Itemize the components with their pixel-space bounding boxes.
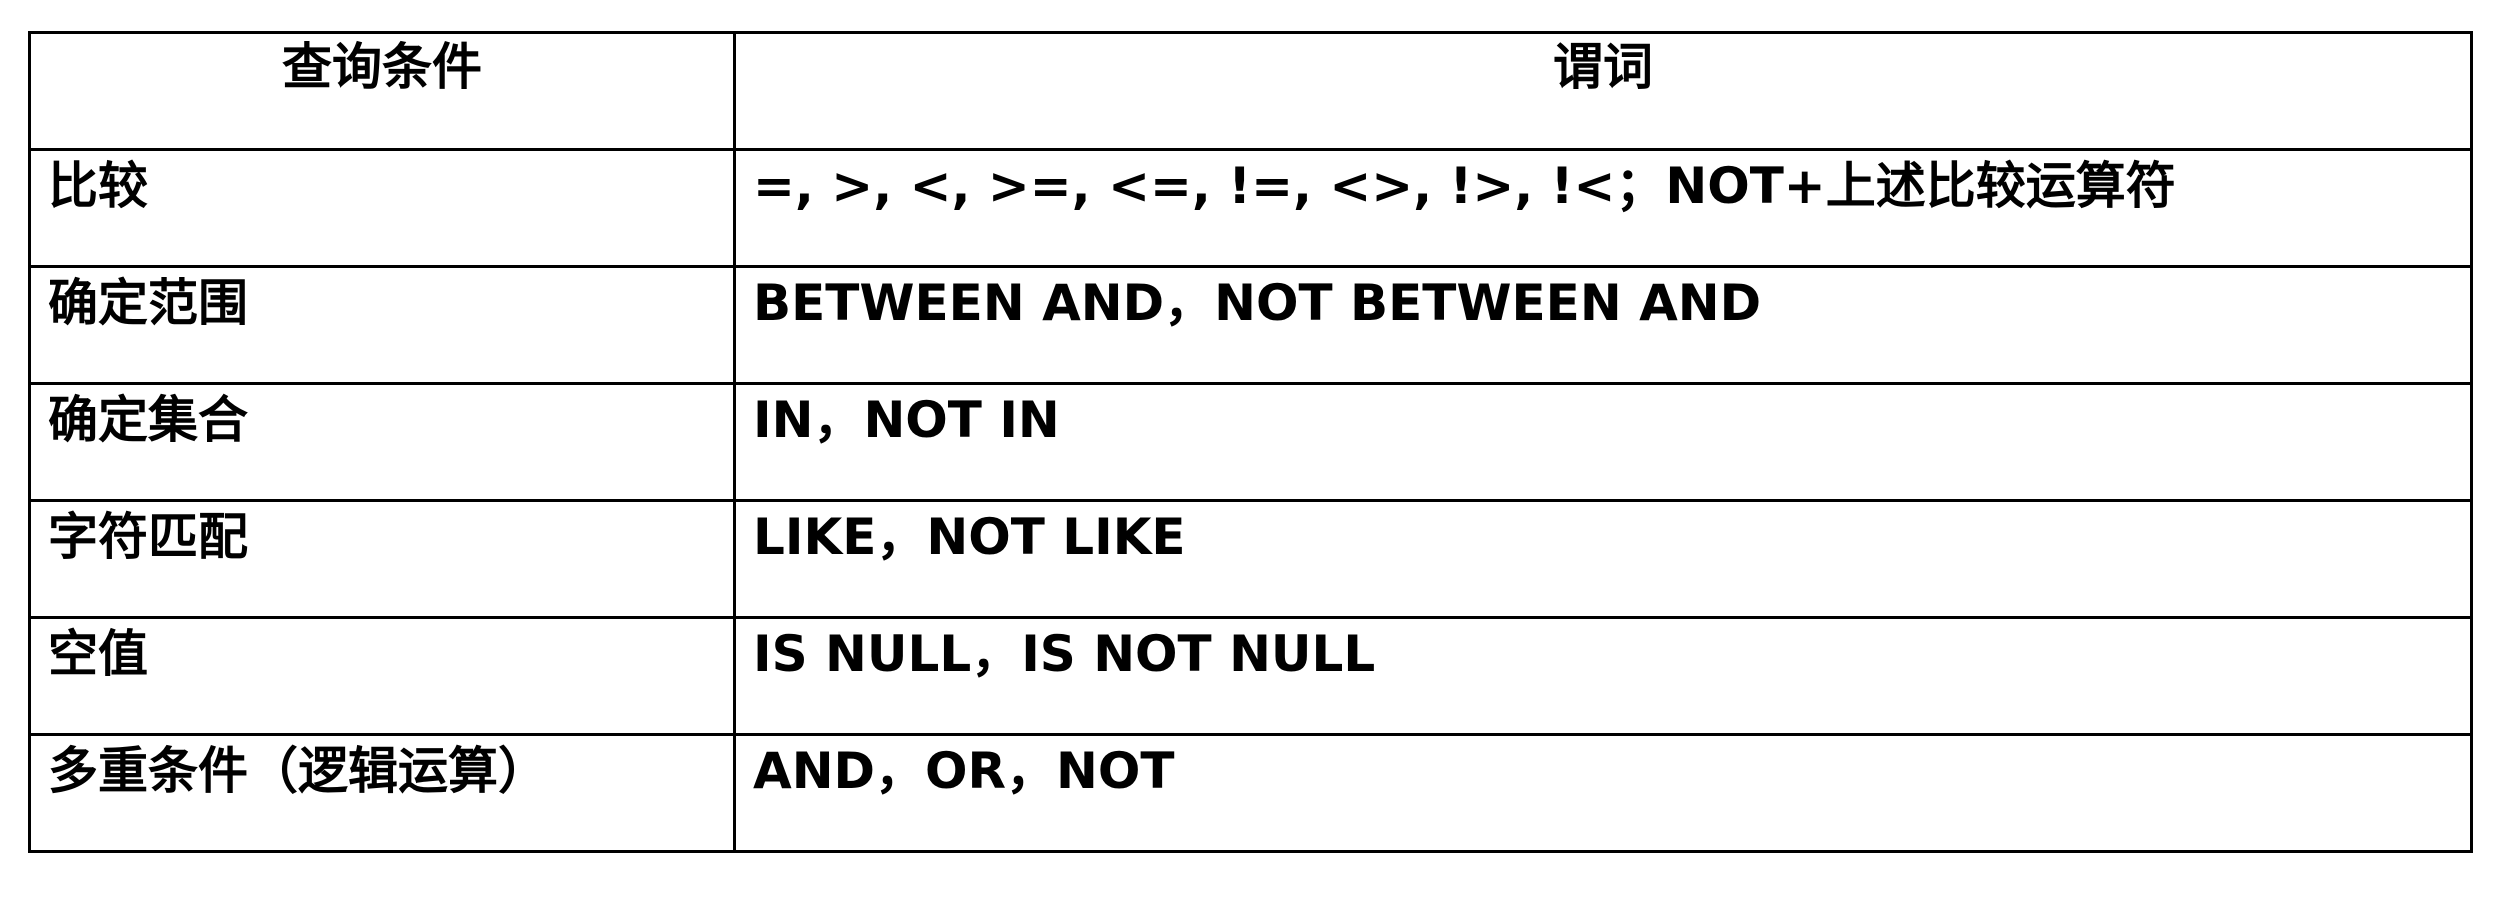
table-row: 字符匹配 LIKE，NOT LIKE [28,499,2473,619]
table-row: 确定范围 BETWEEN AND，NOT BETWEEN AND [28,265,2473,385]
predicate-table: 查询条件 谓词 比较 =, >, <, >=, <=, !=, <>, !>, … [28,31,2473,853]
header-condition: 查询条件 [28,31,736,151]
predicate-cell: BETWEEN AND，NOT BETWEEN AND [733,265,2473,385]
table-body: 比较 =, >, <, >=, <=, !=, <>, !>, !<；NOT+上… [28,148,2473,853]
condition-cell: 空值 [28,616,736,736]
condition-cell: 比较 [28,148,736,268]
condition-cell: 确定集合 [28,382,736,502]
header-row: 查询条件 谓词 [28,31,2473,151]
header-predicate: 谓词 [733,31,2473,151]
page: 查询条件 谓词 比较 =, >, <, >=, <=, !=, <>, !>, … [0,0,2500,904]
condition-cell: 确定范围 [28,265,736,385]
table-row: 多重条件（逻辑运算） AND，OR，NOT [28,733,2473,853]
condition-cell: 多重条件（逻辑运算） [28,733,736,853]
predicate-cell: =, >, <, >=, <=, !=, <>, !>, !<；NOT+上述比较… [733,148,2473,268]
table-row: 比较 =, >, <, >=, <=, !=, <>, !>, !<；NOT+上… [28,148,2473,268]
table-header: 查询条件 谓词 [28,31,2473,151]
predicate-cell: IS NULL，IS NOT NULL [733,616,2473,736]
predicate-cell: AND，OR，NOT [733,733,2473,853]
predicate-cell: LIKE，NOT LIKE [733,499,2473,619]
predicate-cell: IN，NOT IN [733,382,2473,502]
table-row: 空值 IS NULL，IS NOT NULL [28,616,2473,736]
table-row: 确定集合 IN，NOT IN [28,382,2473,502]
condition-cell: 字符匹配 [28,499,736,619]
